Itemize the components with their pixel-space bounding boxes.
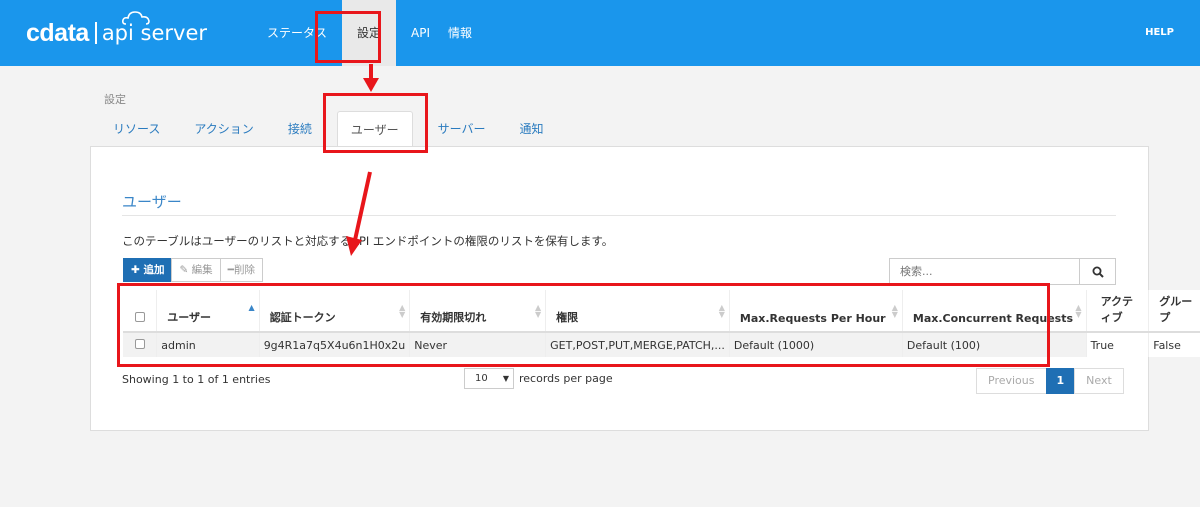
annotation-arrows — [346, 64, 379, 256]
arrow-head — [346, 236, 362, 256]
arrow-head — [363, 78, 379, 92]
